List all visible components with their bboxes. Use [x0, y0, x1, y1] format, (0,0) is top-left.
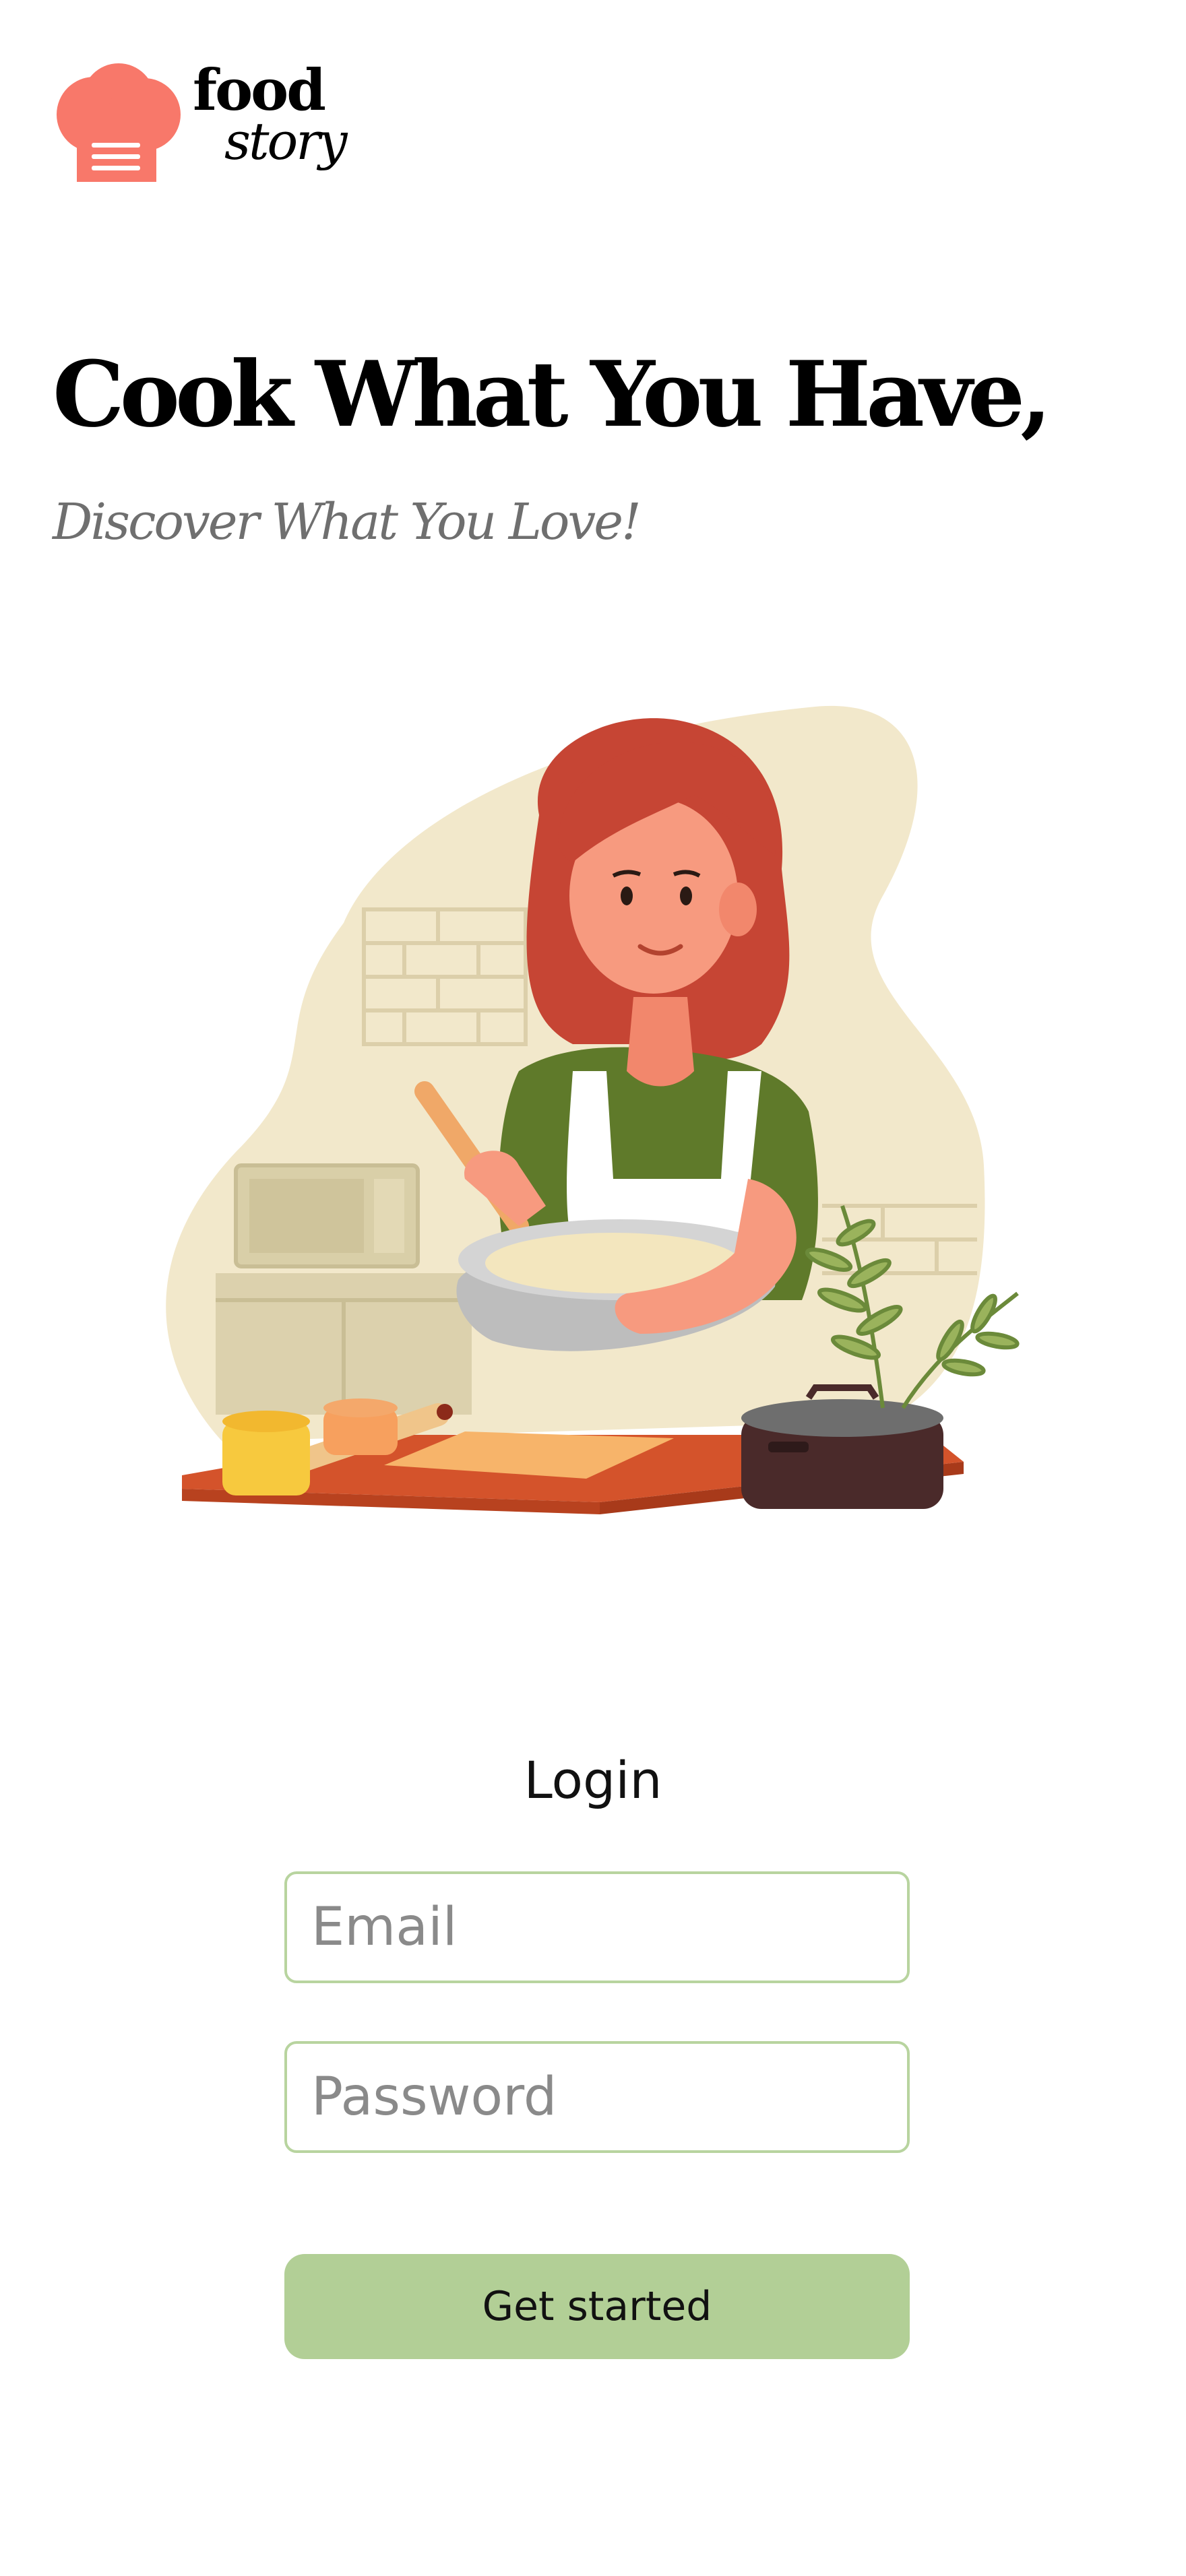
- password-field[interactable]: [284, 2041, 910, 2153]
- brand-name-line2: story: [224, 111, 348, 171]
- chef-hat-menu-icon[interactable]: [53, 62, 181, 183]
- page-subtitle: Discover What You Love!: [53, 493, 642, 551]
- email-field[interactable]: [284, 1871, 910, 1983]
- page-title: Cook What You Have,: [53, 341, 1052, 447]
- app-header: food story: [53, 57, 348, 203]
- woman-cooking-illustration: [166, 705, 1020, 1514]
- login-heading: Login: [524, 1750, 662, 1810]
- brand-name-line1: food: [193, 57, 326, 123]
- get-started-button[interactable]: Get started: [284, 2254, 910, 2359]
